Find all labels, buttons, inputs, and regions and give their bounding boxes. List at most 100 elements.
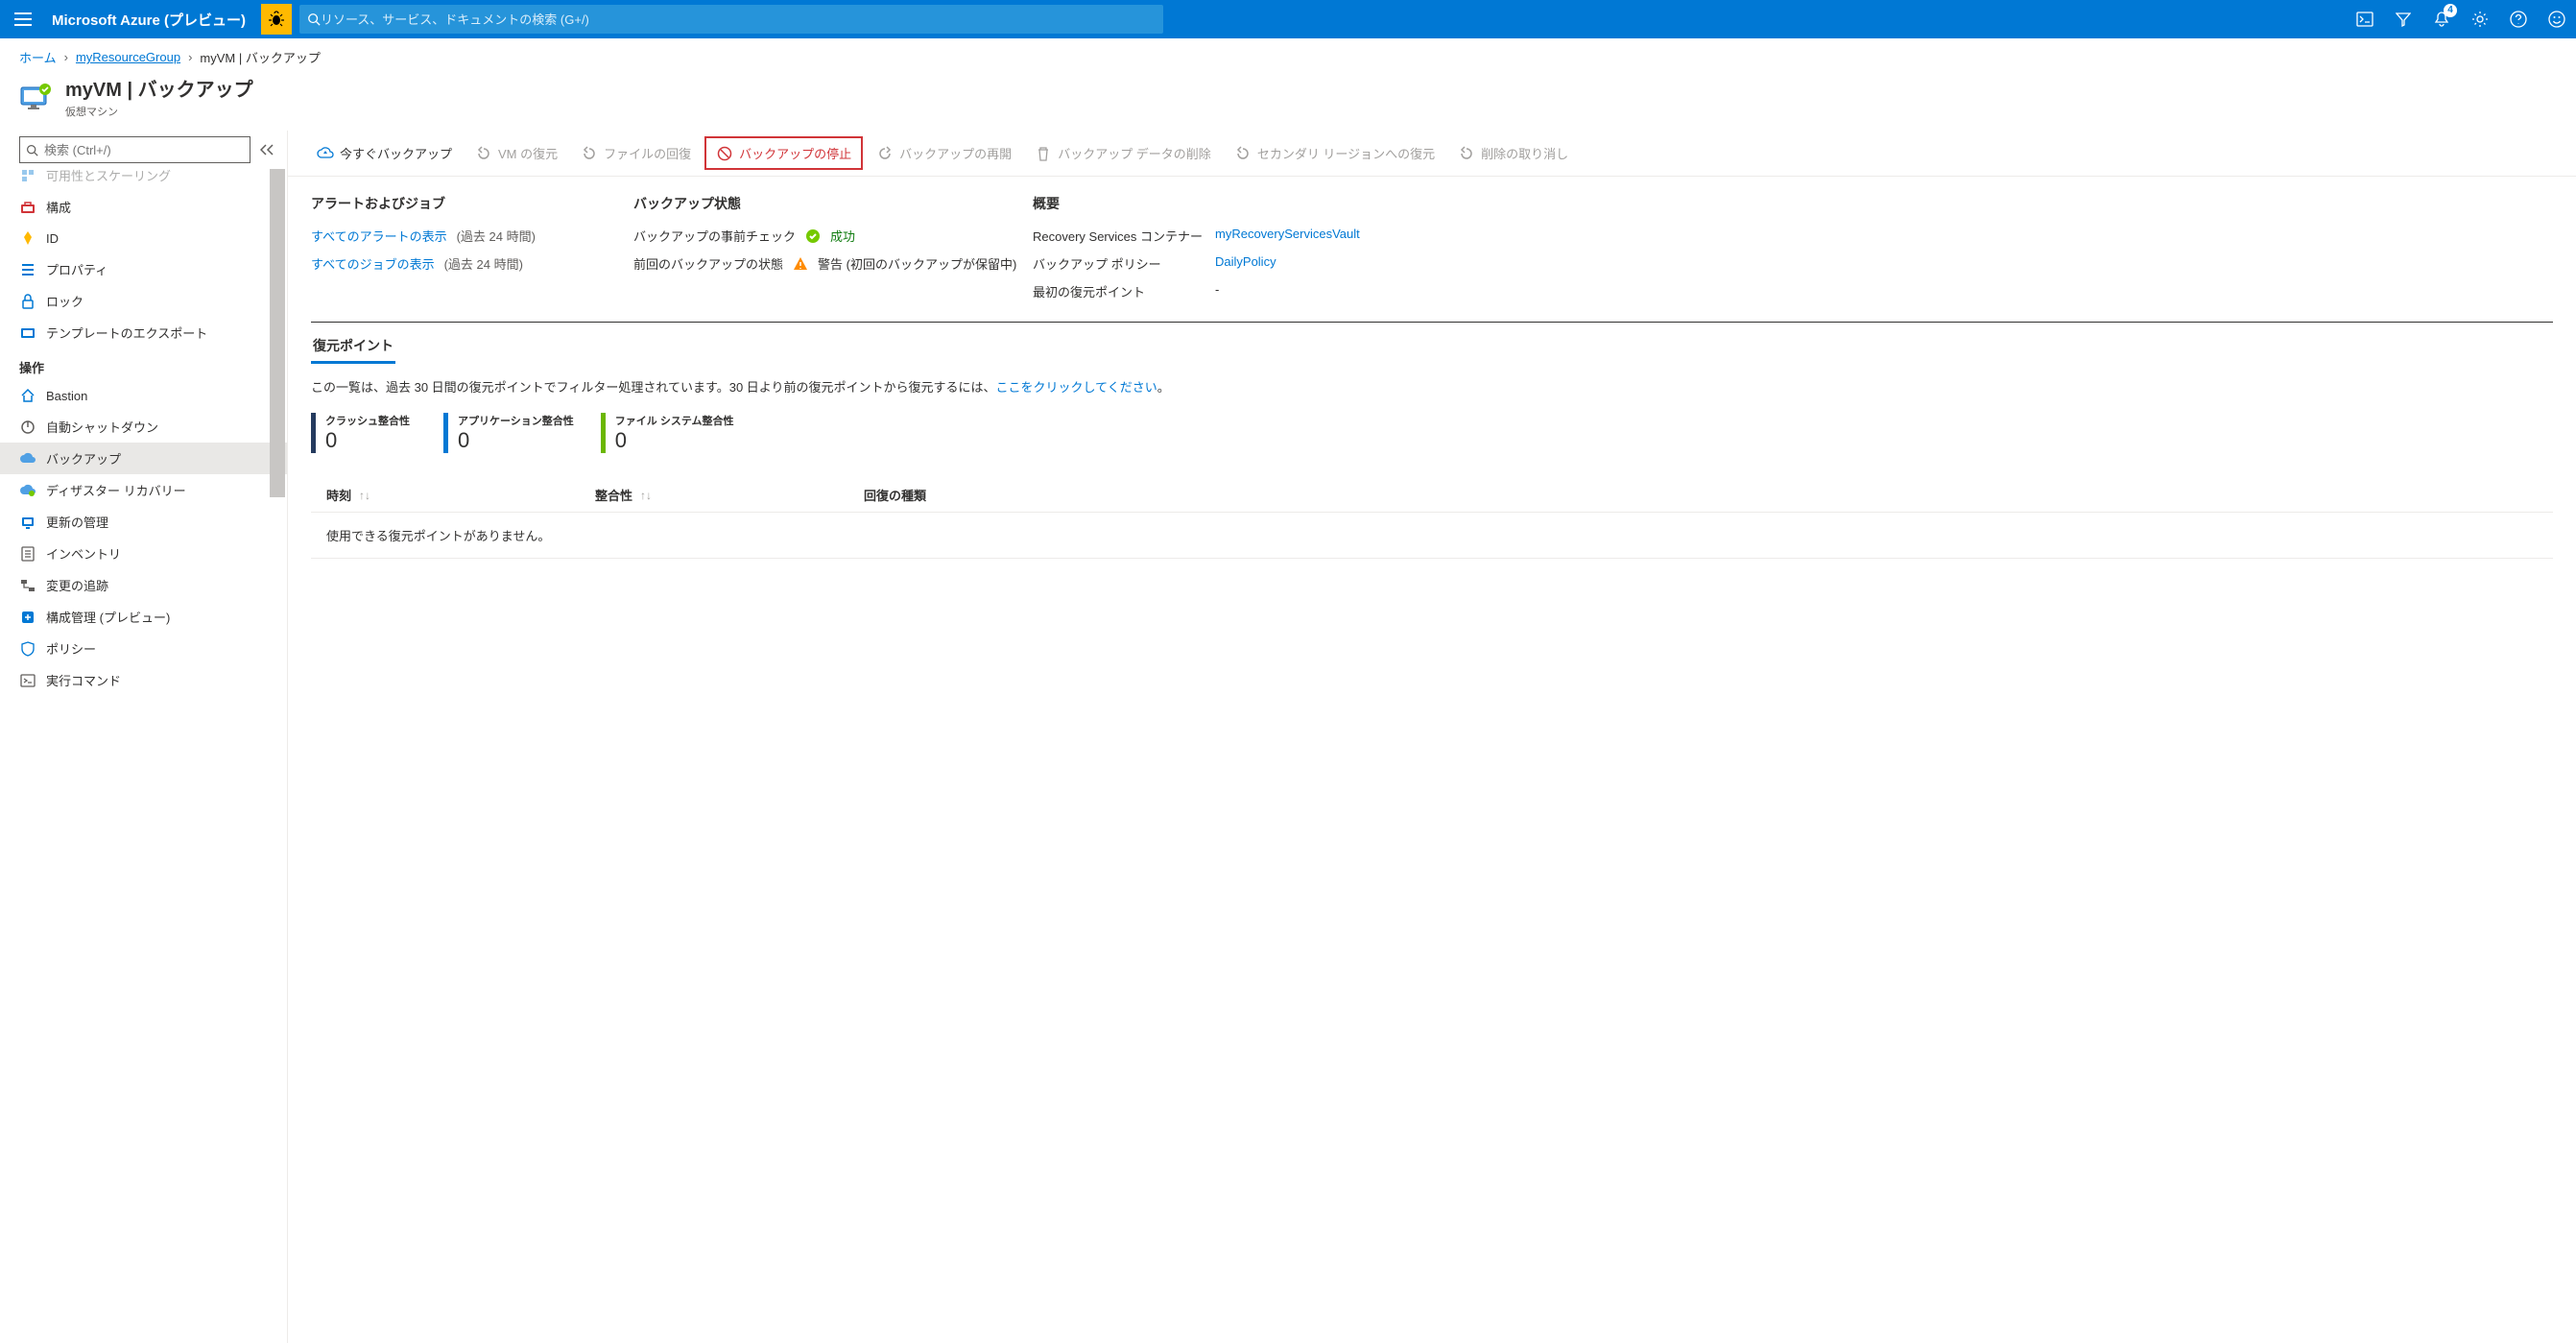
help-icon — [2510, 11, 2527, 28]
hamburger-menu-button[interactable] — [0, 0, 46, 38]
breadcrumb: ホーム › myResourceGroup › myVM | バックアップ — [0, 38, 2576, 70]
older-restore-points-link[interactable]: ここをクリックしてください — [996, 380, 1157, 395]
sidebar-item-label: 自動シャットダウン — [46, 418, 158, 436]
resume-backup-button[interactable]: バックアップの再開 — [867, 138, 1021, 168]
notifications-button[interactable]: 4 — [2422, 0, 2461, 38]
dr-icon — [19, 482, 36, 499]
sidebar-item-locks[interactable]: ロック — [0, 285, 287, 317]
column-recovery-type[interactable]: 回復の種類 — [864, 486, 2538, 504]
sidebar-item-update-management[interactable]: 更新の管理 — [0, 506, 287, 538]
button-label: バックアップ データの削除 — [1058, 144, 1211, 162]
tab-restore-points[interactable]: 復元ポイント — [311, 330, 395, 364]
sidebar-item-identity[interactable]: ID — [0, 223, 287, 253]
sidebar-item-label: ロック — [46, 292, 83, 310]
resource-header: myVM | バックアップ 仮想マシン — [0, 70, 2576, 131]
help-button[interactable] — [2499, 0, 2538, 38]
sidebar-item-configuration[interactable]: 構成 — [0, 191, 287, 223]
counter-label: アプリケーション整合性 — [458, 413, 574, 428]
topbar-right-icons: 4 — [2346, 0, 2576, 38]
sidebar-item-label: ポリシー — [46, 639, 96, 658]
breadcrumb-resource-group[interactable]: myResourceGroup — [76, 50, 180, 64]
preview-bug-button[interactable] — [261, 4, 292, 35]
column-time[interactable]: 時刻↑↓ — [326, 486, 595, 504]
breadcrumb-current: myVM | バックアップ — [200, 48, 320, 66]
stop-icon — [716, 145, 733, 162]
breadcrumb-separator: › — [64, 50, 68, 64]
file-recovery-button[interactable]: ファイルの回復 — [571, 138, 701, 168]
sidebar-item-config-management[interactable]: 構成管理 (プレビュー) — [0, 601, 287, 633]
sidebar-item-properties[interactable]: プロパティ — [0, 253, 287, 285]
consistency-counters: クラッシュ整合性 0 アプリケーション整合性 0 ファイル システム整合性 0 — [288, 396, 2576, 463]
success-icon — [805, 228, 821, 244]
content-tabs: 復元ポイント — [288, 323, 2576, 364]
counter-value: 0 — [325, 428, 417, 453]
settings-button[interactable] — [2461, 0, 2499, 38]
vault-link[interactable]: myRecoveryServicesVault — [1215, 227, 1360, 241]
sidebar-item-export-template[interactable]: テンプレートのエクスポート — [0, 317, 287, 348]
column-consistency[interactable]: 整合性↑↓ — [595, 486, 864, 504]
vm-icon — [19, 80, 54, 114]
app-consistency-counter: アプリケーション整合性 0 — [443, 413, 574, 453]
sidebar-item-backup[interactable]: バックアップ — [0, 443, 287, 474]
counter-label: ファイル システム整合性 — [615, 413, 734, 428]
sidebar-search-input[interactable] — [44, 143, 244, 157]
stop-backup-button[interactable]: バックアップの停止 — [704, 136, 863, 170]
restore-points-table: 時刻↑↓ 整合性↑↓ 回復の種類 使用できる復元ポイントがありません。 — [288, 463, 2576, 559]
sidebar-item-change-tracking[interactable]: 変更の追跡 — [0, 569, 287, 601]
restore-vm-button[interactable]: VM の復元 — [465, 138, 567, 168]
precheck-value: 成功 — [830, 227, 855, 245]
policy-link[interactable]: DailyPolicy — [1215, 254, 1276, 269]
sidebar-item-disaster-recovery[interactable]: ディザスター リカバリー — [0, 474, 287, 506]
undelete-button[interactable]: 削除の取り消し — [1448, 138, 1578, 168]
sidebar-scrollbar[interactable] — [270, 169, 285, 1343]
sidebar-item-auto-shutdown[interactable]: 自動シャットダウン — [0, 411, 287, 443]
page-title: myVM | バックアップ — [65, 74, 253, 102]
breadcrumb-home[interactable]: ホーム — [19, 48, 57, 66]
sidebar-item-availability[interactable]: 可用性とスケーリング — [0, 169, 287, 191]
sidebar-item-label: プロパティ — [46, 260, 107, 278]
sidebar-item-run-command[interactable]: 実行コマンド — [0, 664, 287, 696]
sidebar-item-label: 変更の追跡 — [46, 576, 108, 594]
crash-consistency-counter: クラッシュ整合性 0 — [311, 413, 417, 453]
sidebar-item-inventory[interactable]: インベントリ — [0, 538, 287, 569]
sidebar-item-bastion[interactable]: Bastion — [0, 380, 287, 411]
table-empty-message: 使用できる復元ポイントがありません。 — [311, 513, 2553, 559]
configmgmt-icon — [19, 609, 36, 626]
secondary-region-restore-button[interactable]: セカンダリ リージョンへの復元 — [1225, 138, 1444, 168]
button-label: ファイルの回復 — [604, 144, 691, 162]
policy-icon — [19, 640, 36, 658]
notification-badge: 4 — [2444, 4, 2457, 17]
config-icon — [19, 199, 36, 216]
inventory-icon — [19, 545, 36, 563]
view-all-alerts-link[interactable]: すべてのアラートの表示 — [311, 227, 447, 245]
button-label: 削除の取り消し — [1481, 144, 1568, 162]
sidebar-search[interactable] — [19, 136, 250, 163]
delete-backup-data-button[interactable]: バックアップ データの削除 — [1025, 138, 1221, 168]
undo-icon — [1458, 145, 1475, 162]
feedback-button[interactable] — [2538, 0, 2576, 38]
global-search[interactable] — [299, 5, 1163, 34]
collapse-sidebar-button[interactable] — [256, 140, 277, 159]
global-search-input[interactable] — [321, 12, 1156, 27]
counter-value: 0 — [615, 428, 734, 453]
first-rp-label: 最初の復元ポイント — [1033, 282, 1215, 300]
cloud-shell-icon — [2356, 12, 2373, 27]
export-icon — [19, 324, 36, 342]
backup-status-column: バックアップ状態 バックアップの事前チェック 成功 前回のバックアップの状態 警… — [633, 194, 1017, 300]
sidebar-item-policies[interactable]: ポリシー — [0, 633, 287, 664]
first-rp-value: - — [1215, 282, 2553, 300]
sidebar-item-label: バックアップ — [46, 449, 121, 468]
hamburger-icon — [14, 12, 32, 26]
button-label: バックアップの停止 — [739, 144, 851, 162]
backup-now-button[interactable]: 今すぐバックアップ — [307, 138, 462, 168]
cloud-shell-button[interactable] — [2346, 0, 2384, 38]
breadcrumb-separator: › — [188, 50, 192, 64]
directory-filter-button[interactable] — [2384, 0, 2422, 38]
power-icon — [19, 419, 36, 436]
counter-label: クラッシュ整合性 — [325, 413, 417, 428]
sidebar-item-label: インベントリ — [46, 544, 121, 563]
properties-icon — [19, 261, 36, 278]
view-all-jobs-link[interactable]: すべてのジョブの表示 — [311, 254, 435, 273]
fs-consistency-counter: ファイル システム整合性 0 — [601, 413, 734, 453]
sidebar-item-label: 可用性とスケーリング — [46, 169, 171, 184]
